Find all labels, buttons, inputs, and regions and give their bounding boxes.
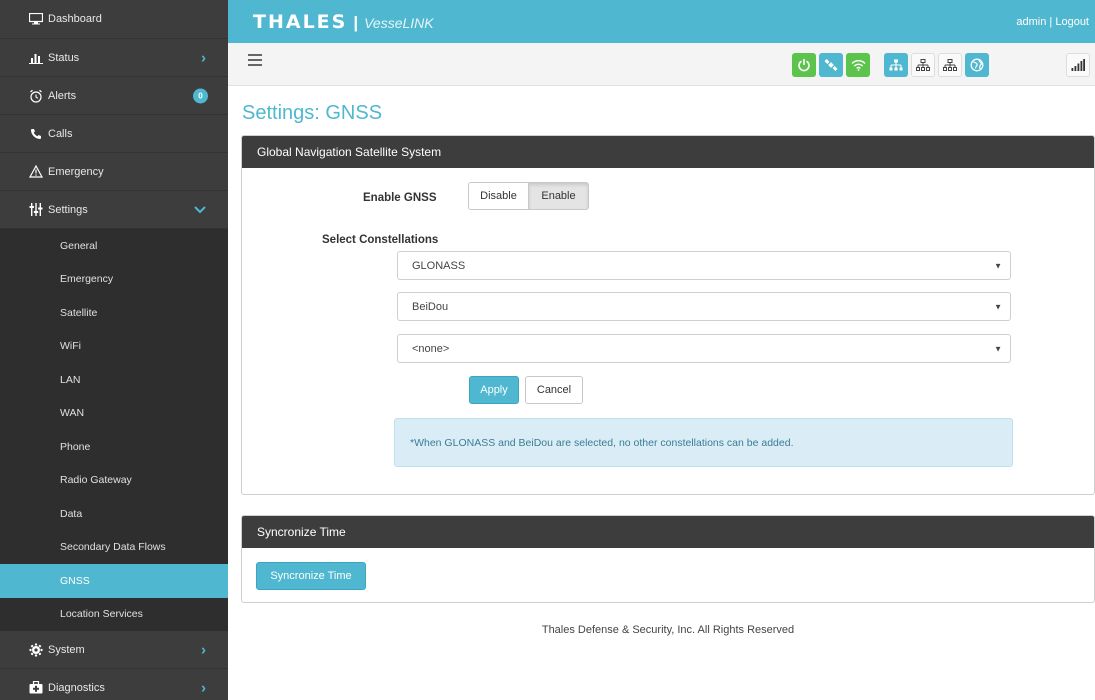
- constellation-select-2-value: BeiDou: [412, 300, 449, 313]
- sidebar-item-label: Emergency: [48, 165, 104, 178]
- page-footer: Thales Defense & Security, Inc. All Righ…: [541, 624, 795, 636]
- chevron-right-icon: ›: [201, 49, 206, 66]
- caret-down-icon: ▼: [994, 344, 1002, 353]
- sidebar-subitem-lan[interactable]: LAN: [0, 363, 228, 397]
- sidebar-subitem-location-services[interactable]: Location Services: [0, 597, 228, 631]
- network-icon[interactable]: [884, 53, 908, 77]
- satellite-icon[interactable]: [819, 53, 843, 77]
- gnss-panel-header: Global Navigation Satellite System: [242, 136, 1094, 168]
- network-icon[interactable]: [911, 53, 935, 77]
- select-constellations-label: Select Constellations: [322, 234, 439, 246]
- page-title: Settings: GNSS: [242, 102, 383, 124]
- user-links: admin | Logout: [1016, 16, 1089, 28]
- sidebar-subitem-satellite[interactable]: Satellite: [0, 296, 228, 330]
- user-links-divider: |: [1049, 16, 1053, 28]
- gnss-panel: Global Navigation Satellite System Enabl…: [241, 135, 1095, 495]
- gnss-disable-button[interactable]: Disable: [468, 182, 529, 210]
- sidebar-subitem-radio-gateway[interactable]: Radio Gateway: [0, 463, 228, 497]
- sync-time-button[interactable]: Syncronize Time: [256, 562, 366, 590]
- sidebar-item-label: Alerts: [48, 89, 77, 102]
- product-name: VesseLINK: [364, 15, 434, 31]
- gear-icon: [28, 642, 44, 658]
- constellation-select-3-value: <none>: [412, 342, 450, 355]
- caret-down-icon: ▼: [994, 261, 1002, 270]
- sidebar-item-label: Status: [48, 51, 80, 64]
- top-header: THALES | VesseLINK admin | Logout: [228, 0, 1095, 43]
- constellation-select-2[interactable]: BeiDou ▼: [397, 292, 1011, 321]
- cancel-button[interactable]: Cancel: [525, 376, 583, 404]
- gnss-enable-button[interactable]: Enable: [528, 182, 589, 210]
- signal-strength-icon[interactable]: [1066, 53, 1090, 77]
- admin-link[interactable]: admin: [1016, 16, 1046, 28]
- thales-logo: THALES: [253, 11, 348, 33]
- sidebar-item-dashboard[interactable]: Dashboard: [0, 0, 228, 39]
- sidebar-item-label: System: [48, 643, 85, 656]
- sidebar: Dashboard Status › Alerts 0 Calls Emerge…: [0, 0, 228, 700]
- sidebar-subitem-phone[interactable]: Phone: [0, 430, 228, 464]
- sidebar-item-alerts[interactable]: Alerts 0: [0, 77, 228, 115]
- constellation-select-3[interactable]: <none> ▼: [397, 334, 1011, 363]
- sidebar-item-settings[interactable]: Settings: [0, 191, 228, 229]
- sync-time-panel: Syncronize Time Syncronize Time: [241, 515, 1095, 603]
- sidebar-subitem-secondary-data-flows[interactable]: Secondary Data Flows: [0, 530, 228, 564]
- alarm-clock-icon: [28, 88, 44, 104]
- hamburger-menu-icon[interactable]: [248, 54, 262, 66]
- phone-icon: [28, 126, 44, 142]
- sidebar-item-label: Calls: [48, 127, 73, 140]
- bar-chart-icon: [28, 50, 44, 66]
- sidebar-item-label: Dashboard: [48, 13, 102, 25]
- sidebar-subitem-gnss[interactable]: GNSS: [0, 564, 228, 598]
- wifi-icon[interactable]: [846, 53, 870, 77]
- sidebar-subitem-wan[interactable]: WAN: [0, 396, 228, 430]
- medkit-icon: [28, 680, 44, 696]
- constellation-select-1[interactable]: GLONASS ▼: [397, 251, 1011, 280]
- chevron-right-icon: ›: [201, 641, 206, 658]
- sliders-icon: [28, 202, 44, 218]
- sidebar-item-label: Diagnostics: [48, 681, 105, 694]
- sidebar-item-emergency[interactable]: Emergency: [0, 153, 228, 191]
- sidebar-subitem-emergency[interactable]: Emergency: [0, 262, 228, 296]
- sidebar-subitem-wifi[interactable]: WiFi: [0, 329, 228, 363]
- network-icon[interactable]: [938, 53, 962, 77]
- enable-gnss-label: Enable GNSS: [363, 192, 437, 204]
- alerts-count-badge: 0: [193, 88, 208, 103]
- sidebar-item-system[interactable]: System ›: [0, 631, 228, 669]
- sync-time-panel-header: Syncronize Time: [242, 516, 1094, 548]
- sidebar-subitem-data[interactable]: Data: [0, 497, 228, 531]
- sidebar-item-status[interactable]: Status ›: [0, 39, 228, 77]
- sidebar-item-label: Settings: [48, 203, 88, 216]
- caret-down-icon: ▼: [994, 302, 1002, 311]
- brand-separator: |: [353, 13, 359, 32]
- constellation-info-alert: *When GLONASS and BeiDou are selected, n…: [394, 418, 1013, 467]
- sidebar-item-calls[interactable]: Calls: [0, 115, 228, 153]
- brand: THALES | VesseLINK: [253, 11, 434, 33]
- warning-icon: [28, 164, 44, 180]
- apply-button[interactable]: Apply: [469, 376, 519, 404]
- sidebar-subitem-general[interactable]: General: [0, 229, 228, 263]
- chevron-down-icon: [194, 203, 206, 217]
- status-toolbar: [228, 43, 1095, 86]
- sidebar-item-diagnostics[interactable]: Diagnostics ›: [0, 669, 228, 700]
- logout-link[interactable]: Logout: [1055, 16, 1089, 28]
- monitor-icon: [28, 11, 44, 27]
- power-icon[interactable]: [792, 53, 816, 77]
- constellation-select-1-value: GLONASS: [412, 259, 466, 272]
- chevron-right-icon: ›: [201, 679, 206, 696]
- globe-icon[interactable]: [965, 53, 989, 77]
